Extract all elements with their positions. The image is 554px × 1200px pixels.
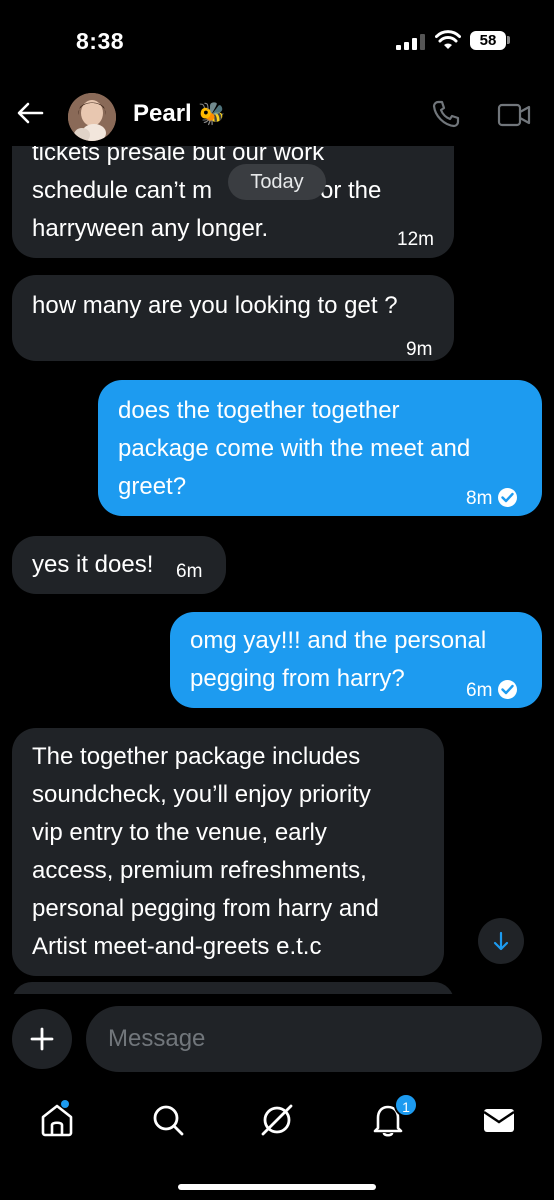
back-arrow-icon[interactable] [16,101,44,125]
bottom-nav: 1 [0,1088,554,1200]
message-timestamp: 12m [397,229,434,250]
read-check-icon [498,680,518,699]
incoming-message[interactable]: The together package includes soundcheck… [12,728,444,976]
message-line: personal pegging from harry and [32,895,379,922]
read-check-icon [498,488,518,507]
incoming-message[interactable]: how many are you looking to get ? 9m [12,275,454,361]
home-unread-dot [61,1100,69,1108]
plus-icon [30,1027,54,1051]
message-line: soundcheck, you’ll enjoy priority [32,781,371,808]
message-line: how many are you looking to get ? [32,292,398,319]
date-divider: Today [228,164,326,200]
scroll-to-bottom-button[interactable] [478,918,524,964]
notifications-badge: 1 [394,1093,418,1117]
add-attachment-button[interactable] [12,1009,72,1069]
outgoing-message[interactable]: does the together together package come … [98,380,542,516]
message-line: package come with the meet and [118,435,471,462]
message-line: Artist meet-and-greets e.t.c [32,933,322,960]
message-timestamp: 6m [176,561,203,582]
grok-icon[interactable] [257,1100,297,1140]
message-composer [0,1002,554,1074]
battery-indicator: 58 [470,31,506,50]
message-line: yes it does! [32,551,154,578]
message-line: access, premium refreshments, [32,857,367,884]
phone-call-icon[interactable] [431,99,461,129]
home-icon[interactable] [37,1100,77,1140]
conversation-header: Pearl 🐝 [0,82,554,146]
message-line: schedule can’t m [32,177,213,204]
message-status: 8m [466,480,518,518]
status-bar: 8:38 58 [0,0,554,80]
message-line: vip entry to the venue, early [32,819,327,846]
contact-avatar[interactable] [68,93,116,141]
message-line: omg yay!!! and the personal [190,627,487,654]
message-line: harryween any longer. [32,215,269,242]
incoming-message-partial[interactable] [12,982,454,994]
message-line: or the [320,177,382,204]
incoming-message[interactable]: yes it does! 6m [12,536,226,594]
message-timestamp: 6m [466,680,493,701]
arrow-down-icon [493,931,509,951]
message-input[interactable] [86,1006,542,1072]
outgoing-message[interactable]: omg yay!!! and the personal pegging from… [170,612,542,708]
message-line: does the together together [118,397,400,424]
contact-name-text: Pearl [133,100,192,127]
message-line: The together package includes [32,743,361,770]
message-list[interactable]: tickets presale but our work schedule ca… [0,146,554,994]
message-line: greet? [118,473,187,500]
battery-tip [507,36,510,44]
message-timestamp: 8m [466,488,493,509]
messages-envelope-icon[interactable] [479,1100,519,1140]
home-indicator [178,1184,376,1190]
bee-emoji: 🐝 [198,101,226,126]
video-call-icon[interactable] [497,102,531,128]
wifi-icon [435,30,461,49]
contact-name[interactable]: Pearl 🐝 [133,100,226,128]
message-timestamp: 9m [406,339,433,360]
message-line: pegging from harry? [190,665,405,692]
message-status: 6m [466,672,518,710]
status-time: 8:38 [76,28,125,54]
search-icon[interactable] [148,1100,188,1140]
incoming-message[interactable]: tickets presale but our work schedule ca… [12,146,454,258]
cellular-signal-icon [396,34,425,50]
